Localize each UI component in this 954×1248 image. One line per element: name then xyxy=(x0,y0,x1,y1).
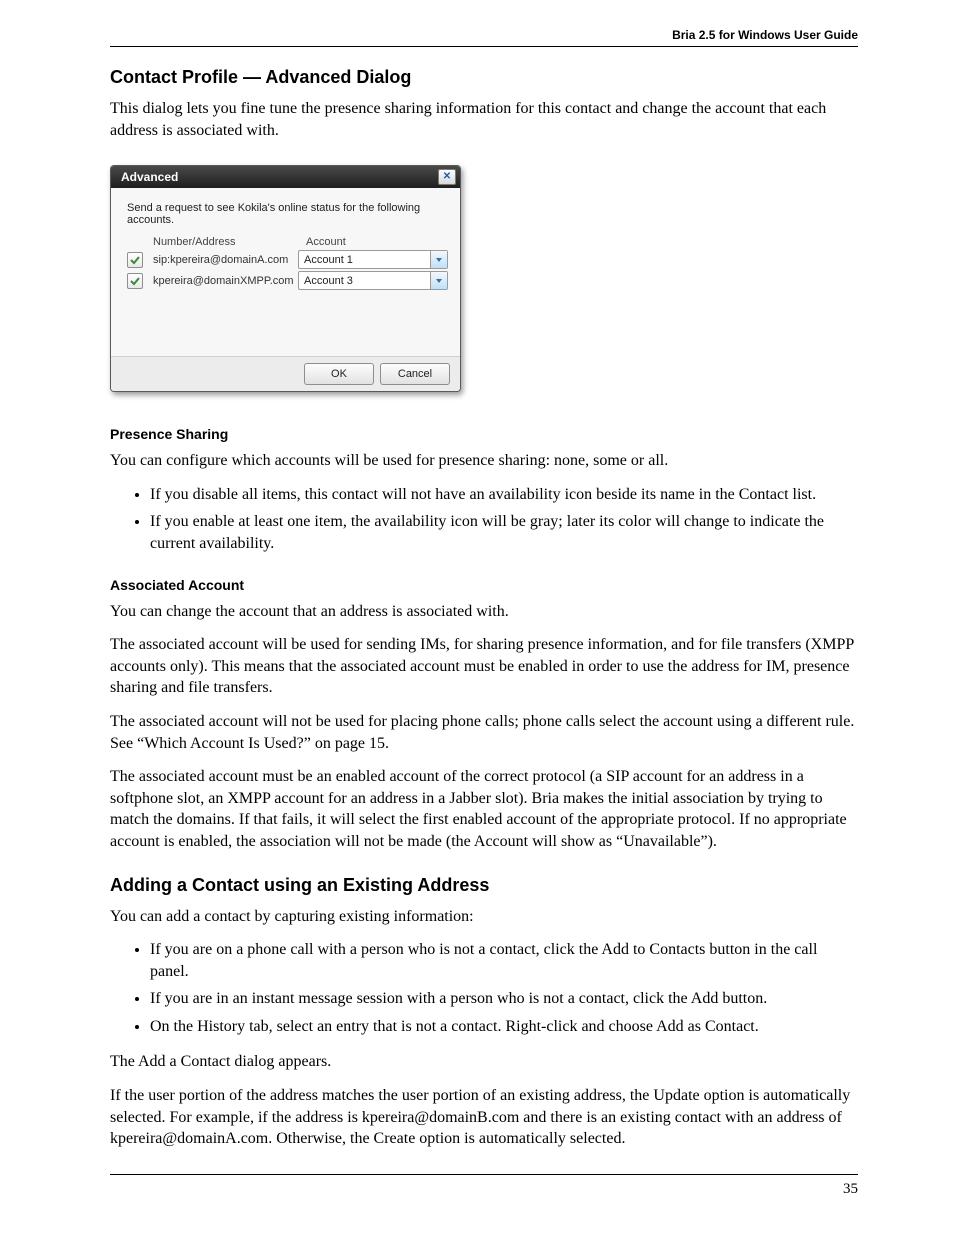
account-row: kpereira@domainXMPP.com Account 3 xyxy=(127,271,448,290)
chevron-down-icon xyxy=(430,272,447,289)
para-assoc-2: The associated account will be used for … xyxy=(110,634,858,699)
account-row: sip:kpereira@domainA.com Account 1 xyxy=(127,250,448,269)
list-item: If you enable at least one item, the ava… xyxy=(150,511,858,554)
dialog-instruction: Send a request to see Kokila's online st… xyxy=(127,202,448,226)
para-presence-1: You can configure which accounts will be… xyxy=(110,450,858,472)
list-item: If you are in an instant message session… xyxy=(150,988,858,1010)
dialog-title: Advanced xyxy=(121,170,178,184)
para-adding-1: You can add a contact by capturing exist… xyxy=(110,906,858,928)
list-item: If you disable all items, this contact w… xyxy=(150,484,858,506)
para-adding-3: If the user portion of the address match… xyxy=(110,1085,858,1150)
check-icon xyxy=(130,276,140,286)
para-adding-2: The Add a Contact dialog appears. xyxy=(110,1051,858,1073)
heading-presence-sharing: Presence Sharing xyxy=(110,426,858,442)
dialog-titlebar[interactable]: Advanced ✕ xyxy=(111,166,460,188)
para-assoc-3: The associated account will not be used … xyxy=(110,711,858,754)
para-assoc-4: The associated account must be an enable… xyxy=(110,766,858,852)
column-header-account: Account xyxy=(306,236,448,248)
advanced-dialog: Advanced ✕ Send a request to see Kokila'… xyxy=(110,165,461,392)
check-icon xyxy=(130,255,140,265)
column-header-address: Number/Address xyxy=(153,236,306,248)
header-guide-title: Bria 2.5 for Windows User Guide xyxy=(110,28,858,42)
footer-rule xyxy=(110,1174,858,1175)
close-icon: ✕ xyxy=(443,172,451,182)
address-cell: sip:kpereira@domainA.com xyxy=(153,254,298,266)
close-button[interactable]: ✕ xyxy=(438,169,456,185)
list-item: If you are on a phone call with a person… xyxy=(150,939,858,982)
heading-contact-profile: Contact Profile — Advanced Dialog xyxy=(110,67,858,88)
heading-adding-contact: Adding a Contact using an Existing Addre… xyxy=(110,875,858,896)
account-select-value: Account 3 xyxy=(299,275,430,287)
checkbox-row-1[interactable] xyxy=(127,252,143,268)
para-contact-profile-intro: This dialog lets you fine tune the prese… xyxy=(110,98,858,141)
para-assoc-1: You can change the account that an addre… xyxy=(110,601,858,623)
heading-associated-account: Associated Account xyxy=(110,577,858,593)
account-select-1[interactable]: Account 1 xyxy=(298,250,448,269)
account-select-2[interactable]: Account 3 xyxy=(298,271,448,290)
page-number: 35 xyxy=(110,1181,858,1198)
account-select-value: Account 1 xyxy=(299,254,430,266)
chevron-down-icon xyxy=(430,251,447,268)
ok-button[interactable]: OK xyxy=(304,363,374,385)
cancel-button[interactable]: Cancel xyxy=(380,363,450,385)
list-item: On the History tab, select an entry that… xyxy=(150,1016,858,1038)
address-cell: kpereira@domainXMPP.com xyxy=(153,275,298,287)
checkbox-row-2[interactable] xyxy=(127,273,143,289)
header-rule xyxy=(110,46,858,47)
